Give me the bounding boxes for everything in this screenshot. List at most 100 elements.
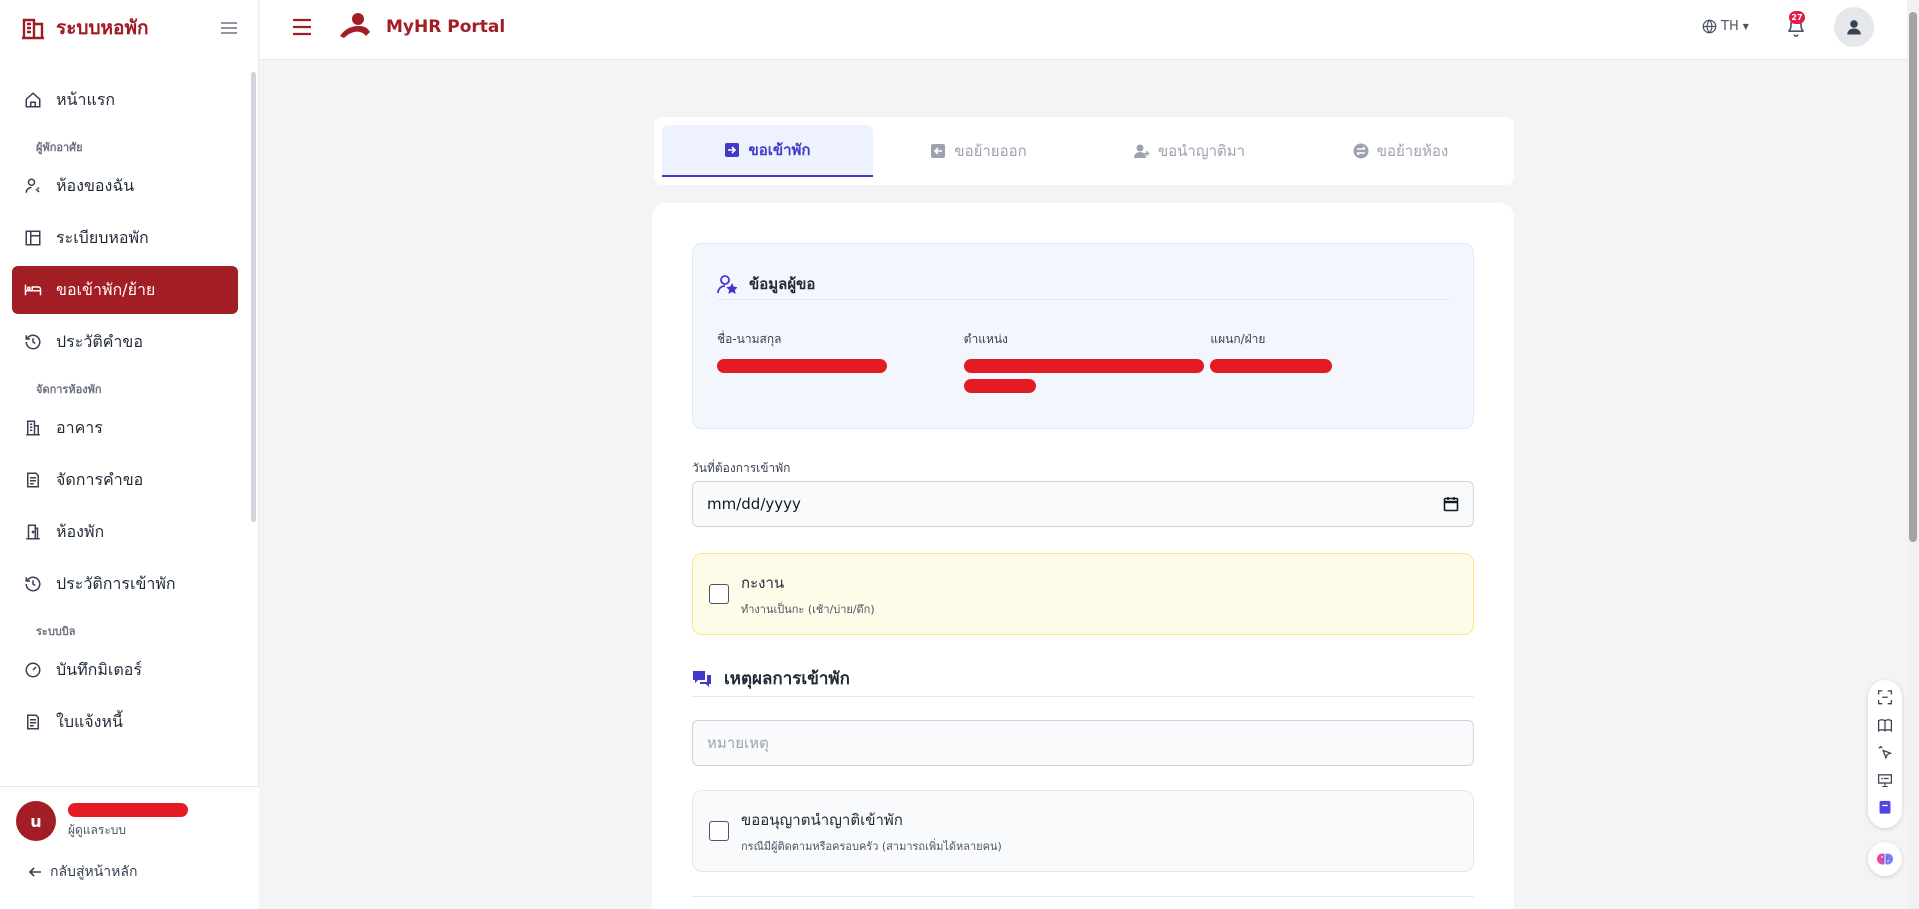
menu-collapse-icon[interactable]: [220, 21, 238, 35]
guest-permission-subtitle: กรณีมีผู้ติดตามหรือครอบครัว (สามารถเพิ่ม…: [741, 839, 1002, 853]
sidebar-item-meter-record[interactable]: บันทึกมิเตอร์: [12, 646, 238, 694]
user-plus-icon: [1133, 144, 1150, 158]
user-badge-icon: [717, 274, 737, 294]
brand-title: ระบบหอพัก: [56, 17, 149, 39]
sidebar-item-my-room[interactable]: ห้องของฉัน: [12, 162, 238, 210]
sidebar-item-stay-history[interactable]: ประวัติการเข้าพัก: [12, 560, 238, 608]
language-label: TH: [1721, 19, 1739, 34]
sidebar: ระบบหอพัก หน้าแรก ผู้พักอาศัย ห้องของฉัน…: [0, 0, 259, 909]
door-icon: [26, 524, 40, 540]
arrow-left-icon: [28, 867, 41, 877]
sidebar-item-move-request[interactable]: ขอเข้าพัก/ย้าย: [12, 266, 238, 314]
user-name-redacted: [68, 802, 188, 817]
calendar-icon[interactable]: [1443, 496, 1459, 512]
sidebar-scrollbar[interactable]: [251, 72, 256, 522]
sidebar-item-building[interactable]: อาคาร: [12, 404, 238, 452]
sidebar-item-home[interactable]: หน้าแรก: [12, 76, 238, 124]
guest-permission-checkbox[interactable]: [709, 821, 729, 841]
invoice-icon: [27, 714, 39, 730]
sidebar-item-label: จัดการคำขอ: [56, 469, 144, 489]
reason-title: เหตุผลการเข้าพัก: [724, 669, 850, 689]
sidebar-item-label: บันทึกมิเตอร์: [56, 659, 142, 679]
department-label: แผนก/ฝ่าย: [1210, 332, 1266, 346]
sidebar-item-label: ระเบียบหอพัก: [56, 227, 149, 247]
globe-icon: [1702, 19, 1717, 34]
portal-title: MyHR Portal: [386, 17, 506, 37]
guest-permission-title: ขออนุญาตนำญาติเข้าพัก: [741, 810, 903, 829]
sidebar-item-label: ห้องของฉัน: [56, 175, 135, 195]
logout-icon: [931, 144, 946, 158]
sidebar-item-label: ขอเข้าพัก/ย้าย: [56, 279, 156, 299]
back-to-home-link[interactable]: กลับสู่หน้าหลัก: [0, 841, 259, 883]
gauge-icon: [25, 662, 41, 678]
applicant-info-grid: ชื่อ-นามสกุล ตำแหน่ง แผนก/ฝ่าย: [717, 330, 1457, 393]
swap-icon: [1353, 143, 1369, 159]
user-meta: ผู้ดูแลระบบ: [68, 802, 188, 840]
top-bar: MyHR Portal TH ▼ 27: [260, 0, 1907, 60]
move-in-date-input[interactable]: mm/dd/yyyy: [692, 481, 1474, 527]
reason-section-header: เหตุผลการเข้าพัก: [692, 661, 1474, 697]
building-icon: [26, 420, 40, 436]
user-icon: [1847, 20, 1861, 35]
sidebar-item-dorm-rules[interactable]: ระเบียบหอพัก: [12, 214, 238, 262]
shift-work-title: กะงาน: [741, 573, 785, 592]
hamburger-menu-icon[interactable]: [292, 18, 312, 36]
sidebar-item-label: ห้องพัก: [56, 521, 105, 541]
history-icon: [25, 576, 41, 592]
presentation-icon[interactable]: [1877, 773, 1893, 788]
user-role: ผู้ดูแลระบบ: [68, 822, 127, 837]
cursor-click-icon[interactable]: [1877, 745, 1893, 760]
position-column: ตำแหน่ง: [963, 330, 1211, 393]
profile-avatar[interactable]: [1834, 7, 1874, 47]
applicant-info-header: ข้อมูลผู้ขอ: [717, 244, 1449, 300]
sidebar-item-manage-requests[interactable]: จัดการคำขอ: [12, 456, 238, 504]
divider: [692, 896, 1474, 897]
applicant-info-title: ข้อมูลผู้ขอ: [749, 274, 816, 293]
book-icon[interactable]: [1877, 718, 1893, 733]
position-value-redacted-line2: [963, 379, 1036, 393]
tab-label: ขอย้ายห้อง: [1376, 142, 1449, 160]
sidebar-item-invoice[interactable]: ใบแจ้งหนี้: [12, 698, 238, 746]
note-input[interactable]: [692, 720, 1474, 766]
sidebar-item-label: ประวัติการเข้าพัก: [56, 573, 176, 593]
user-key-icon: [25, 178, 40, 193]
sidebar-item-request-history[interactable]: ประวัติคำขอ: [12, 318, 238, 366]
sidebar-item-rooms[interactable]: ห้องพัก: [12, 508, 238, 556]
building-logo-icon: [22, 18, 44, 40]
sidebar-brand: ระบบหอพัก: [0, 0, 258, 56]
request-tabs: ขอเข้าพัก ขอย้ายออก ขอนำญาติมา ขอย้ายห้อ…: [654, 117, 1514, 185]
section-room-management: จัดการห้องพัก: [36, 383, 102, 396]
page-scrollbar-thumb[interactable]: [1909, 12, 1917, 542]
move-in-form: ข้อมูลผู้ขอ ชื่อ-นามสกุล ตำแหน่ง แผนก/ฝ่…: [652, 203, 1514, 909]
back-link-label: กลับสู่หน้าหลัก: [50, 864, 138, 880]
bookmark-icon[interactable]: [1877, 800, 1893, 815]
tab-label: ขอเข้าพัก: [748, 141, 811, 159]
floating-tool-rail: [1868, 680, 1902, 828]
sidebar-nav: หน้าแรก ผู้พักอาศัย ห้องของฉัน ระเบียบหอ…: [0, 74, 250, 784]
sidebar-item-label: ประวัติคำขอ: [56, 331, 143, 351]
applicant-info-panel: ข้อมูลผู้ขอ ชื่อ-นามสกุล ตำแหน่ง แผนก/ฝ่…: [692, 243, 1474, 429]
sidebar-item-label: อาคาร: [56, 417, 103, 437]
portal-logo-icon: [340, 13, 370, 38]
tab-bring-relative[interactable]: ขอนำญาติมา: [1084, 125, 1295, 177]
tab-change-room[interactable]: ขอย้ายห้อง: [1295, 125, 1506, 177]
brain-icon: [1877, 853, 1893, 865]
department-column: แผนก/ฝ่าย: [1210, 330, 1457, 393]
shift-work-checkbox[interactable]: [709, 584, 729, 604]
name-value-redacted: [717, 359, 887, 373]
tab-move-in[interactable]: ขอเข้าพัก: [662, 125, 873, 177]
tab-label: ขอนำญาติมา: [1157, 142, 1246, 160]
shift-work-option: กะงาน ทำงานเป็นกะ (เช้า/บ่าย/ดึก): [692, 553, 1474, 635]
date-placeholder: mm/dd/yyyy: [707, 495, 801, 513]
home-icon: [25, 92, 41, 108]
tab-move-out[interactable]: ขอย้ายออก: [873, 125, 1084, 177]
ai-assistant-button[interactable]: [1868, 842, 1902, 876]
language-selector[interactable]: TH ▼: [1702, 19, 1749, 34]
shift-work-subtitle: ทำงานเป็นกะ (เช้า/บ่าย/ดึก): [741, 602, 875, 616]
name-column: ชื่อ-นามสกุล: [717, 330, 964, 393]
scan-text-icon[interactable]: [1877, 690, 1893, 705]
sidebar-item-label: ใบแจ้งหนี้: [56, 711, 123, 731]
notification-badge: 27: [1789, 11, 1805, 24]
document-list-icon: [27, 472, 39, 488]
user-card: u ผู้ดูแลระบบ: [0, 787, 259, 841]
